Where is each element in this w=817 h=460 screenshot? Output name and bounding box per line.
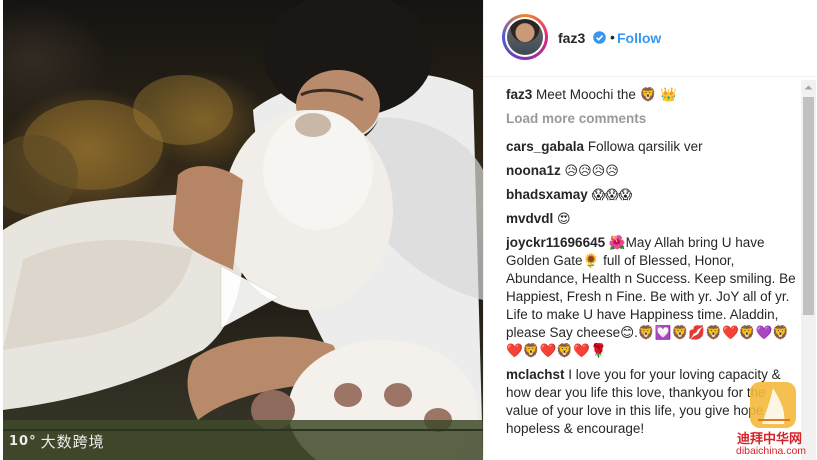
site-watermark-url: dibaichina.com (736, 445, 807, 457)
scroll-up-arrow-icon[interactable] (801, 80, 816, 95)
comment-text: 😱😱😱 (591, 187, 633, 202)
scrollbar-thumb[interactable] (803, 97, 814, 315)
load-more-comments-link[interactable]: Load more comments (506, 110, 796, 128)
header-username[interactable]: faz3 (558, 30, 585, 46)
comment-username[interactable]: mvdvdl (506, 211, 553, 226)
media-watermark: 10° 大数跨境 (9, 431, 105, 452)
follow-button[interactable]: Follow (617, 30, 661, 46)
comment-username[interactable]: mclachst (506, 367, 565, 382)
comment-text: 😥😥😥😥 (564, 163, 619, 178)
caption-text: Meet Moochi the 🦁 👑 (536, 87, 677, 102)
post-caption: faz3 Meet Moochi the 🦁 👑 (506, 86, 796, 104)
video-frame-scene (3, 0, 483, 460)
comment-item: bhadsxamay 😱😱😱 (506, 186, 796, 204)
comment-username[interactable]: cars_gabala (506, 139, 584, 154)
caption-username[interactable]: faz3 (506, 87, 532, 102)
comment-item: noona1z 😥😥😥😥 (506, 162, 796, 180)
verified-badge-icon (593, 31, 606, 44)
comment-username[interactable]: noona1z (506, 163, 561, 178)
post-header: faz3 • Follow (484, 0, 817, 77)
comment-item: joyckr11696645 🌺May Allah bring U have G… (506, 234, 796, 360)
watermark-text: 大数跨境 (40, 433, 105, 451)
play-icon[interactable] (213, 262, 283, 332)
comment-text: 🌺May Allah bring U have Golden Gate🌻 ful… (506, 235, 796, 358)
comment-text: 😍 (557, 211, 571, 226)
watermark-logo-mark: 10° (9, 434, 37, 449)
comment-text: Followa qarsilik ver (587, 139, 703, 154)
comment-username[interactable]: bhadsxamay (506, 187, 588, 202)
avatar[interactable] (502, 14, 548, 60)
comment-item: cars_gabala Followa qarsilik ver (506, 138, 796, 156)
comment-item: mvdvdl 😍 (506, 210, 796, 228)
header-separator: • (610, 29, 615, 45)
post-media-video[interactable]: 10° 大数跨境 (3, 0, 483, 460)
comment-username[interactable]: joyckr11696645 (506, 235, 605, 250)
